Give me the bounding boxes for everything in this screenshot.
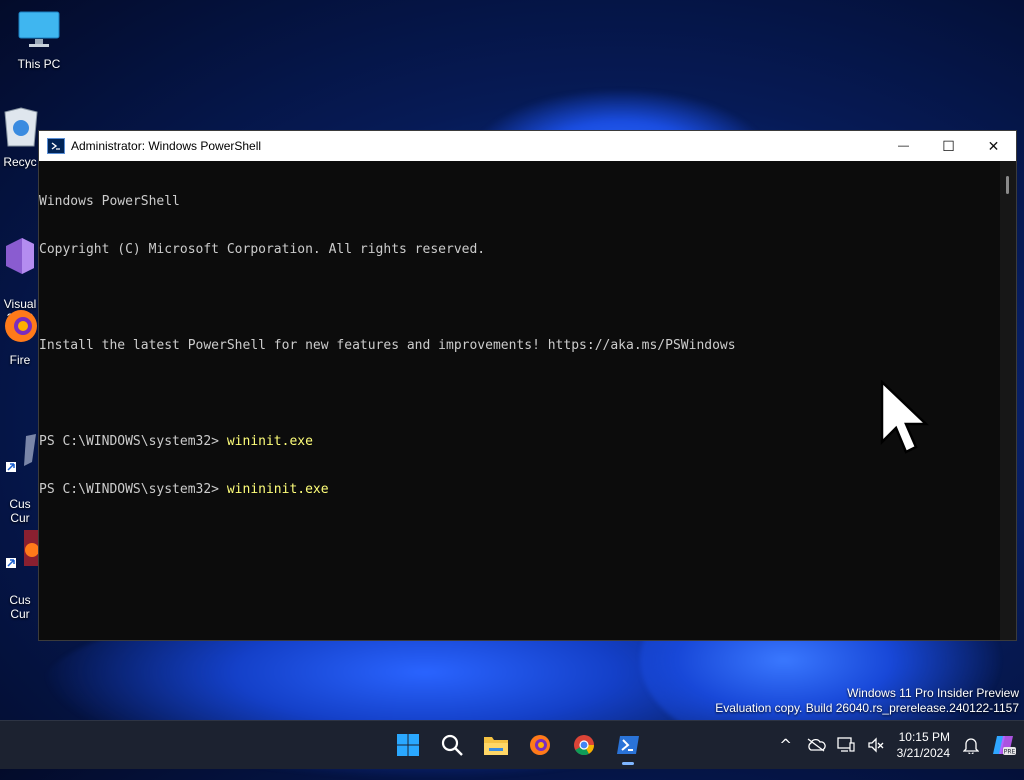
visual-studio-icon [1, 222, 39, 279]
clock-time: 10:15 PM [898, 730, 950, 744]
desktop-icon-firefox[interactable]: Fire [1, 306, 39, 367]
search-icon [441, 734, 463, 756]
shortcut-icon [1, 514, 39, 575]
vertical-scrollbar[interactable] [1000, 161, 1016, 640]
console-prompt-line: PS C:\WINDOWS\system32> winininit.exe [39, 482, 329, 497]
svg-text:PRE: PRE [1004, 749, 1016, 756]
scrollbar-thumb[interactable] [1006, 176, 1009, 194]
minimize-button[interactable]: — [881, 131, 926, 161]
recycle-bin-icon [1, 106, 39, 151]
firefox-taskbar-button[interactable] [518, 723, 562, 767]
console-line: Install the latest PowerShell for new fe… [39, 338, 736, 353]
file-explorer-button[interactable] [474, 723, 518, 767]
network-icon[interactable] [831, 721, 861, 769]
show-hidden-icons-button[interactable]: ^ [771, 721, 801, 769]
firefox-icon [530, 735, 550, 755]
command-text: wininit.exe [226, 434, 313, 449]
desktop-icon-custom-cursor-2[interactable]: Cus Cur [1, 500, 39, 635]
command-text: winininit.exe [226, 482, 329, 497]
build-watermark: Windows 11 Pro Insider Preview Evaluatio… [715, 686, 1019, 716]
system-tray: ^ 10:15 PM 3/21/2024 PRE [771, 721, 1024, 769]
taskbar: ^ 10:15 PM 3/21/2024 PRE [0, 720, 1024, 769]
bell-icon [963, 738, 979, 754]
file-explorer-icon [484, 737, 508, 755]
maximize-icon: ☐ [942, 137, 955, 154]
clock-date: 3/21/2024 [896, 746, 950, 760]
desktop-icon-recycle-bin[interactable]: Recyc [1, 106, 39, 169]
title-bar[interactable]: Administrator: Windows PowerShell — ☐ ✕ [39, 131, 1016, 161]
onedrive-offline-icon[interactable] [801, 721, 831, 769]
desktop-icon-label: Recyc [3, 155, 37, 169]
close-button[interactable]: ✕ [971, 131, 1016, 161]
firefox-icon [1, 306, 39, 349]
powershell-icon [47, 138, 65, 154]
powershell-icon [617, 736, 639, 754]
copilot-button[interactable]: PRE [984, 721, 1024, 769]
console-line: Copyright (C) Microsoft Corporation. All… [39, 242, 486, 257]
taskbar-apps [386, 721, 650, 769]
console-prompt-line: PS C:\WINDOWS\system32> wininit.exe [39, 434, 313, 449]
mouse-cursor-icon [880, 379, 932, 460]
close-icon: ✕ [987, 137, 1000, 154]
clock[interactable]: 10:15 PM 3/21/2024 [891, 729, 958, 761]
volume-muted-icon[interactable] [861, 721, 891, 769]
watermark-edition: Windows 11 Pro Insider Preview [847, 686, 1019, 700]
chrome-taskbar-button[interactable] [562, 723, 606, 767]
watermark-build: Evaluation copy. Build 26040.rs_prerelea… [715, 701, 1019, 715]
desktop-icon-label: Cus Cur [9, 593, 31, 621]
start-icon [397, 734, 419, 756]
minimize-icon: — [898, 140, 909, 152]
chrome-icon [574, 735, 595, 756]
desktop-icon-label: This PC [17, 57, 61, 71]
console-output[interactable]: Windows PowerShell Copyright (C) Microso… [39, 161, 1000, 640]
powershell-window[interactable]: Administrator: Windows PowerShell — ☐ ✕ … [38, 130, 1017, 641]
chevron-up-icon: ^ [779, 736, 792, 754]
console-line: Windows PowerShell [39, 194, 180, 209]
desktop-icon-this-pc[interactable]: This PC [1, 10, 77, 71]
notifications-button[interactable] [958, 721, 984, 769]
monitor-icon [1, 10, 77, 53]
shortcut-icon [1, 418, 39, 479]
copilot-icon: PRE [993, 736, 1016, 756]
search-button[interactable] [430, 723, 474, 767]
maximize-button[interactable]: ☐ [926, 131, 971, 161]
powershell-taskbar-button[interactable] [606, 723, 650, 767]
desktop-icon-label: Fire [9, 353, 31, 367]
start-button[interactable] [386, 723, 430, 767]
window-title: Administrator: Windows PowerShell [71, 139, 262, 153]
